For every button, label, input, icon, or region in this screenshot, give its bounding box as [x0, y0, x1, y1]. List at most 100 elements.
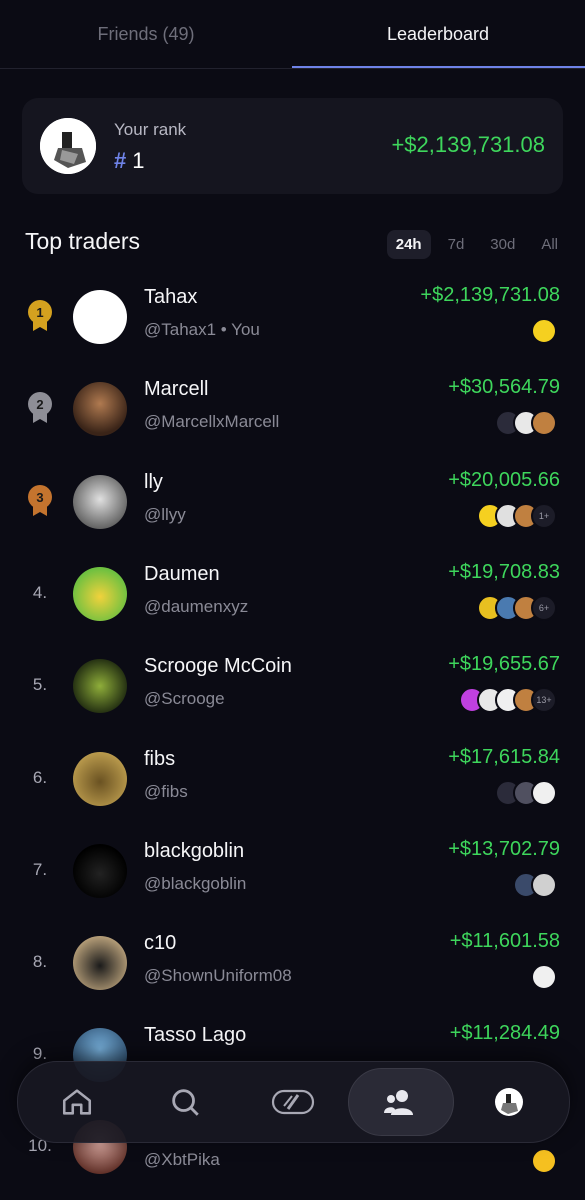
trader-name: Scrooge McCoin — [144, 655, 292, 677]
range-24h[interactable]: 24h — [386, 229, 431, 259]
token-icon — [531, 318, 557, 344]
home-icon — [62, 1089, 92, 1115]
trader-handle: @fibs — [144, 782, 188, 801]
tab-friends[interactable]: Friends (49) — [0, 0, 292, 68]
trader-row[interactable]: 3 lly @llyy +$20,005.66 1+ — [0, 461, 585, 553]
bottom-nav — [17, 1061, 570, 1143]
avatar — [73, 936, 127, 990]
trader-row[interactable]: 5. Scrooge McCoin @Scrooge +$19,655.67 13+ — [0, 645, 585, 737]
avatar — [73, 844, 127, 898]
trader-pnl: +$19,655.67 — [448, 653, 560, 675]
token-icon — [531, 964, 557, 990]
your-pnl: +$2,139,731.08 — [391, 132, 545, 157]
trader-row[interactable]: 4. Daumen @daumenxyz +$19,708.83 6+ — [0, 553, 585, 645]
trader-name: c10 — [144, 932, 177, 954]
token-stack — [531, 318, 557, 344]
rank-number: 3 — [36, 489, 44, 505]
nav-profile[interactable] — [456, 1068, 562, 1136]
avatar — [73, 475, 127, 529]
trader-handle: @blackgoblin — [144, 874, 247, 893]
token-icon — [531, 872, 557, 898]
rank-cell: 6. — [22, 758, 58, 798]
token-stack — [531, 1148, 557, 1174]
rank-cell: 1 — [22, 296, 58, 336]
trader-handle: @daumenxyz — [144, 597, 249, 616]
rank-number: 7. — [32, 860, 48, 879]
trader-row[interactable]: 1 Tahax @Tahax1 • You +$2,139,731.08 — [0, 276, 585, 368]
trader-row[interactable]: 6. fibs @fibs +$17,615.84 — [0, 738, 585, 830]
token-stack: 1+ — [477, 503, 557, 529]
avatar — [73, 659, 127, 713]
rank-cell: 3 — [22, 481, 58, 521]
nav-friends[interactable] — [348, 1068, 454, 1136]
rank-cell: 4. — [22, 573, 58, 613]
trader-name: Marcell — [144, 378, 209, 400]
rank-number: 2 — [36, 396, 44, 412]
token-stack: 6+ — [477, 595, 557, 621]
trader-pnl: +$11,284.49 — [449, 1022, 560, 1044]
rank-medal-icon: 1 — [28, 300, 52, 324]
trader-row[interactable]: 2 Marcell @MarcellxMarcell +$30,564.79 — [0, 368, 585, 460]
token-icon — [531, 410, 557, 436]
friends-icon — [384, 1090, 413, 1115]
trader-name: Tasso Lago — [144, 1024, 247, 1046]
avatar — [73, 567, 127, 621]
range-7d[interactable]: 7d — [439, 230, 474, 259]
rank-number: 5. — [32, 675, 48, 694]
token-stack — [495, 410, 557, 436]
rank-number: 8. — [32, 952, 48, 971]
trader-handle: @MarcellxMarcell — [144, 412, 280, 431]
token-stack — [531, 964, 557, 990]
rank-hash: # — [114, 148, 127, 173]
time-range-selector: 24h 7d 30d All — [379, 228, 567, 260]
trader-name: blackgoblin — [144, 840, 245, 862]
rank-cell: 5. — [22, 665, 58, 705]
avatar — [40, 118, 96, 174]
your-rank-card[interactable]: Your rank #1 +$2,139,731.08 — [22, 98, 563, 194]
more-tokens-badge: 6+ — [531, 595, 557, 621]
trader-handle: @Tahax1 • You — [144, 320, 260, 339]
trader-name: Tahax — [144, 286, 198, 308]
section-title: Top traders — [25, 228, 141, 254]
rank-number: 1 — [132, 148, 145, 173]
rank-number: 4. — [32, 583, 48, 602]
nav-home[interactable] — [24, 1068, 130, 1136]
swap-icon — [271, 1089, 315, 1115]
more-tokens-badge: 1+ — [531, 503, 557, 529]
trader-pnl: +$19,708.83 — [448, 561, 560, 583]
nav-search[interactable] — [132, 1068, 238, 1136]
token-icon — [531, 780, 557, 806]
rank-cell: 7. — [22, 850, 58, 890]
nav-swap[interactable] — [240, 1068, 346, 1136]
avatar — [73, 752, 127, 806]
tab-leaderboard[interactable]: Leaderboard — [292, 0, 584, 68]
more-tokens-badge: 13+ — [531, 687, 557, 713]
rank-cell: 8. — [22, 942, 58, 982]
rank-medal-icon: 3 — [28, 485, 52, 509]
your-rank-label: Your rank — [114, 120, 187, 139]
range-30d[interactable]: 30d — [481, 230, 524, 259]
trader-pnl: +$30,564.79 — [448, 376, 560, 398]
rank-number: 1 — [36, 304, 44, 320]
range-all[interactable]: All — [532, 230, 567, 259]
search-icon — [172, 1089, 199, 1116]
trader-name: lly — [144, 471, 163, 493]
token-stack: 13+ — [459, 687, 557, 713]
avatar — [73, 290, 127, 344]
rank-number: 6. — [32, 768, 48, 787]
trader-handle: @llyy — [144, 505, 186, 524]
rank-cell: 2 — [22, 388, 58, 428]
token-icon — [531, 1148, 557, 1174]
trader-handle: @XbtPika — [144, 1150, 220, 1169]
trader-row[interactable]: 8. c10 @ShownUniform08 +$11,601.58 — [0, 922, 585, 1014]
trader-pnl: +$17,615.84 — [448, 746, 560, 768]
trader-pnl: +$2,139,731.08 — [420, 284, 560, 306]
avatar — [73, 382, 127, 436]
rank-number: 9. — [32, 1044, 48, 1063]
rank-medal-icon: 2 — [28, 392, 52, 416]
trader-pnl: +$11,601.58 — [449, 930, 560, 952]
tab-bar: Friends (49) Leaderboard — [0, 0, 585, 69]
profile-icon — [495, 1088, 523, 1116]
trader-handle: @Scrooge — [144, 689, 225, 708]
trader-row[interactable]: 7. blackgoblin @blackgoblin +$13,702.79 — [0, 830, 585, 922]
